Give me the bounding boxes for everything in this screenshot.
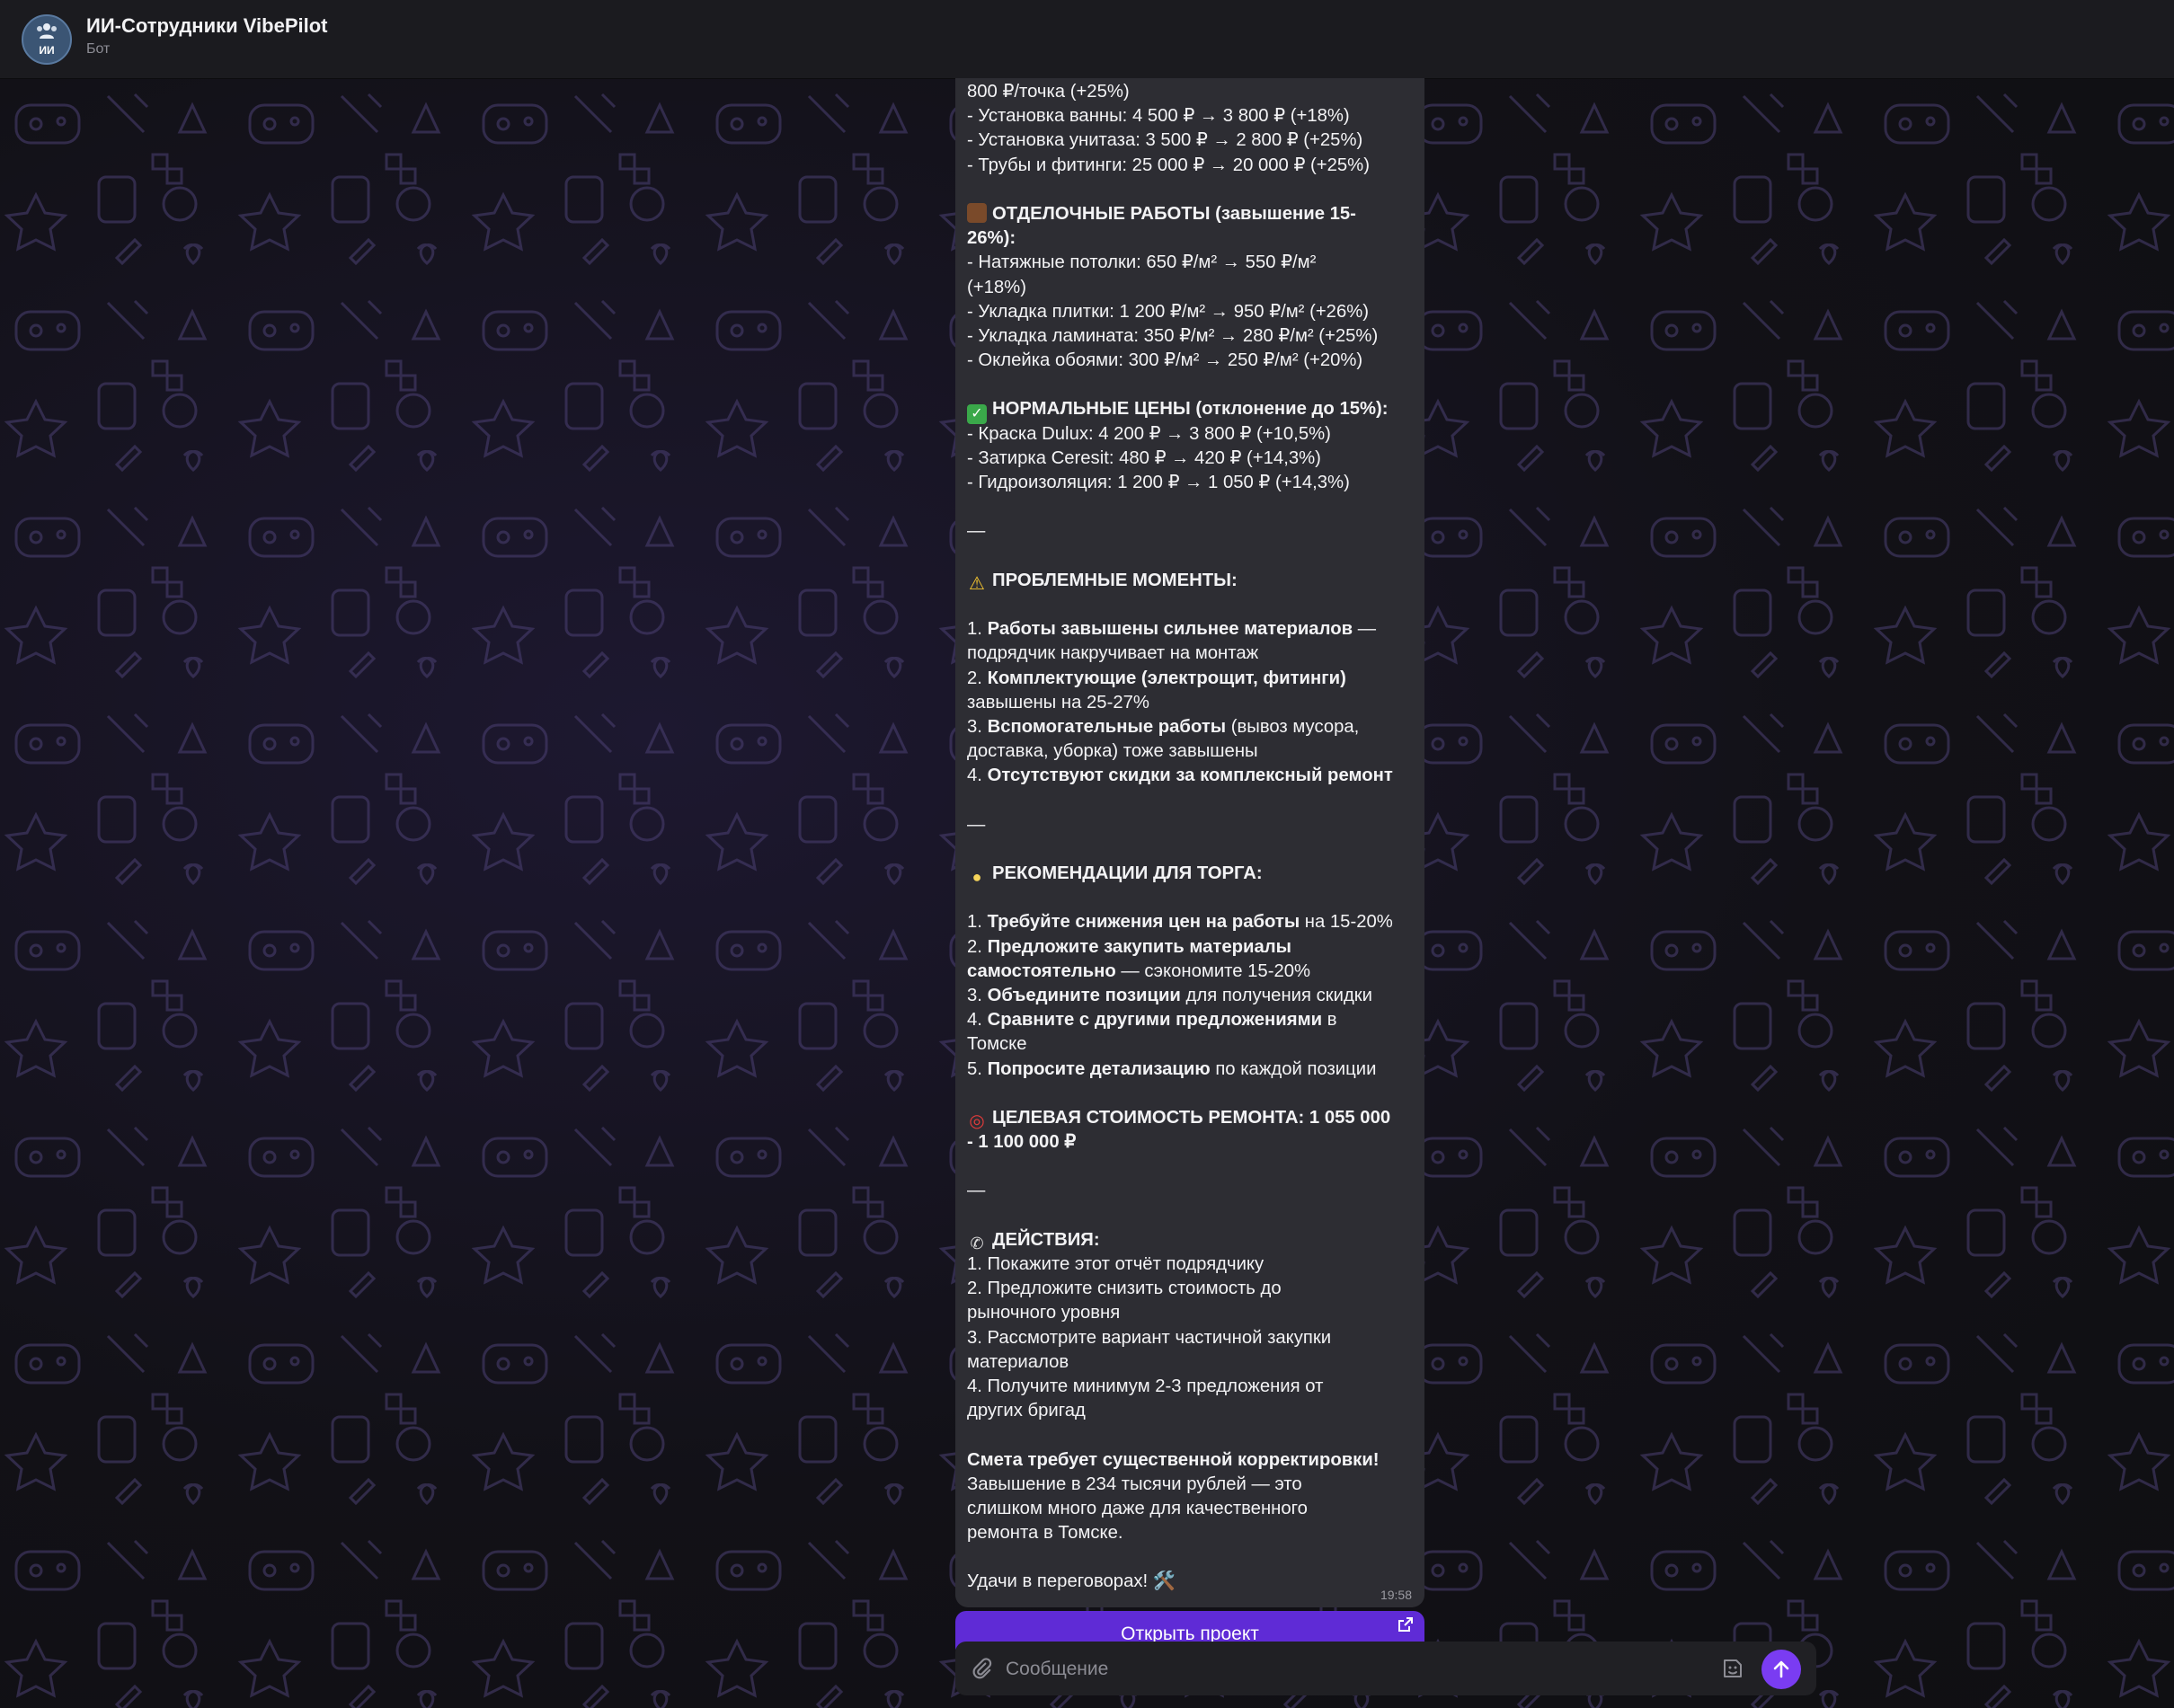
msg-line: 3. Объедините позиции для получения скид…	[967, 985, 1372, 1005]
message-input[interactable]	[1004, 1650, 1744, 1688]
msg-line: материалов	[967, 1351, 1069, 1372]
warning-icon: ⚠	[969, 573, 985, 594]
msg-line: Удачи в переговорах! 🛠️	[967, 1571, 1176, 1592]
msg-section-heading: ✓ НОРМАЛЬНЫЕ ЦЕНЫ (отклонение до 15%):	[967, 397, 1416, 425]
msg-line: 1. Покажите этот отчёт подрядчику	[967, 1254, 1264, 1274]
msg-line: 2. Предложите снизить стоимость до	[967, 1279, 1282, 1299]
msg-line: рыночного уровня	[967, 1303, 1121, 1323]
msg-line: Завышение в 234 тысячи рублей — это	[967, 1473, 1302, 1494]
msg-line: завышены на 25-27%	[967, 692, 1149, 712]
message-text: 800 ₽/точка (+25%) - Установка ванны: 4 …	[967, 78, 1416, 1595]
msg-line: доставка, уборка) тоже завышены	[967, 741, 1258, 762]
send-button[interactable]	[1761, 1650, 1801, 1689]
msg-line: ремонта в Томске.	[967, 1523, 1123, 1544]
msg-line: подрядчик накручивает на монтаж	[967, 643, 1259, 664]
chat-header: ИИ ИИ-Сотрудники VibePilot Бот	[0, 0, 2174, 79]
sticker-icon[interactable]	[1720, 1656, 1745, 1681]
chat-title[interactable]: ИИ-Сотрудники VibePilot	[86, 14, 328, 38]
msg-divider: —	[967, 814, 986, 835]
msg-line: (+18%)	[967, 277, 1026, 297]
msg-section-heading: ОТДЕЛОЧНЫЕ РАБОТЫ (завышение 15-	[967, 202, 1416, 226]
chat-subtitle: Бот	[86, 41, 111, 57]
msg-section-heading: ✆ ДЕЙСТВИЯ:	[967, 1228, 1416, 1252]
msg-line: Смета требует существенной корректировки…	[967, 1449, 1380, 1470]
bot-avatar[interactable]: ИИ	[22, 14, 72, 65]
msg-line: 3. Рассмотрите вариант частичной закупки	[967, 1327, 1332, 1348]
group-icon-svg	[37, 23, 57, 39]
message-bubble: 800 ₽/точка (+25%) - Установка ванны: 4 …	[955, 78, 1424, 1607]
msg-line: - 1 100 000 ₽	[967, 1132, 1077, 1153]
msg-section-heading: ● РЕКОМЕНДАЦИИ ДЛЯ ТОРГА:	[967, 862, 1416, 886]
msg-line: слишком много даже для качественного	[967, 1498, 1308, 1518]
msg-line: - Оклейка обоями: 300 ₽/м² → 250 ₽/м² (+…	[967, 350, 1363, 371]
msg-line: - Установка унитаза: 3 500 ₽ → 2 800 ₽ (…	[967, 130, 1363, 151]
send-arrow-icon	[1773, 1660, 1789, 1678]
msg-line: - Укладка ламината: 350 ₽/м² → 280 ₽/м² …	[967, 325, 1379, 346]
msg-line: 4. Получите минимум 2-3 предложения от	[967, 1376, 1324, 1396]
msg-line: других бригад	[967, 1401, 1086, 1421]
door-icon	[967, 202, 987, 223]
msg-line: 1. Работы завышены сильнее материалов —	[967, 619, 1376, 640]
msg-divider: —	[967, 521, 986, 542]
msg-line: 26%):	[967, 228, 1016, 249]
message-time: 19:58	[1380, 1588, 1412, 1602]
msg-line: - Укладка плитки: 1 200 ₽/м² → 950 ₽/м² …	[967, 301, 1370, 322]
lightbulb-icon: ●	[972, 868, 982, 886]
msg-section-heading: ◎ ЦЕЛЕВАЯ СТОИМОСТЬ РЕМОНТА: 1 055 000	[967, 1106, 1416, 1131]
target-icon: ◎	[969, 1111, 985, 1131]
msg-line: 4. Сравните с другими предложениями в	[967, 1010, 1337, 1031]
msg-line: 1. Требуйте снижения цен на работы на 15…	[967, 912, 1393, 933]
paperclip-icon[interactable]	[970, 1657, 993, 1680]
group-icon	[23, 22, 70, 45]
msg-line: - Гидроизоляция: 1 200 ₽ → 1 050 ₽ (+14,…	[967, 473, 1350, 492]
external-link-icon	[1398, 1617, 1413, 1632]
msg-line: 3. Вспомогательные работы (вывоз мусора,	[967, 716, 1360, 737]
msg-divider: —	[967, 1181, 986, 1201]
phone-icon: ✆	[970, 1234, 984, 1252]
msg-line: Томске	[967, 1034, 1027, 1055]
msg-line: 2. Комплектующие (электрощит, фитинги)	[967, 668, 1346, 688]
msg-line: 5. Попросите детализацию по каждой позиц…	[967, 1058, 1377, 1079]
msg-line: 2. Предложите закупить материалы	[967, 936, 1291, 957]
msg-line: 800 ₽/точка (+25%)	[967, 82, 1130, 102]
msg-line: - Затирка Ceresit: 480 ₽ → 420 ₽ (+14,3%…	[967, 447, 1321, 468]
msg-line: - Краска Dulux: 4 200 ₽ → 3 800 ₽ (+10,5…	[967, 423, 1331, 444]
msg-line: - Установка ванны: 4 500 ₽ → 3 800 ₽ (+1…	[967, 106, 1350, 127]
msg-line: - Трубы и фитинги: 25 000 ₽ → 20 000 ₽ (…	[967, 155, 1370, 175]
avatar-abbr: ИИ	[39, 44, 55, 57]
msg-line: 4. Отсутствуют скидки за комплексный рем…	[967, 766, 1393, 786]
msg-line: - Натяжные потолки: 650 ₽/м² → 550 ₽/м²	[967, 252, 1317, 273]
msg-line: самостоятельно — сэкономите 15-20%	[967, 960, 1311, 981]
msg-section-heading: ⚠ ПРОБЛЕМНЫЕ МОМЕНТЫ:	[967, 569, 1416, 594]
message-composer	[955, 1642, 1816, 1695]
